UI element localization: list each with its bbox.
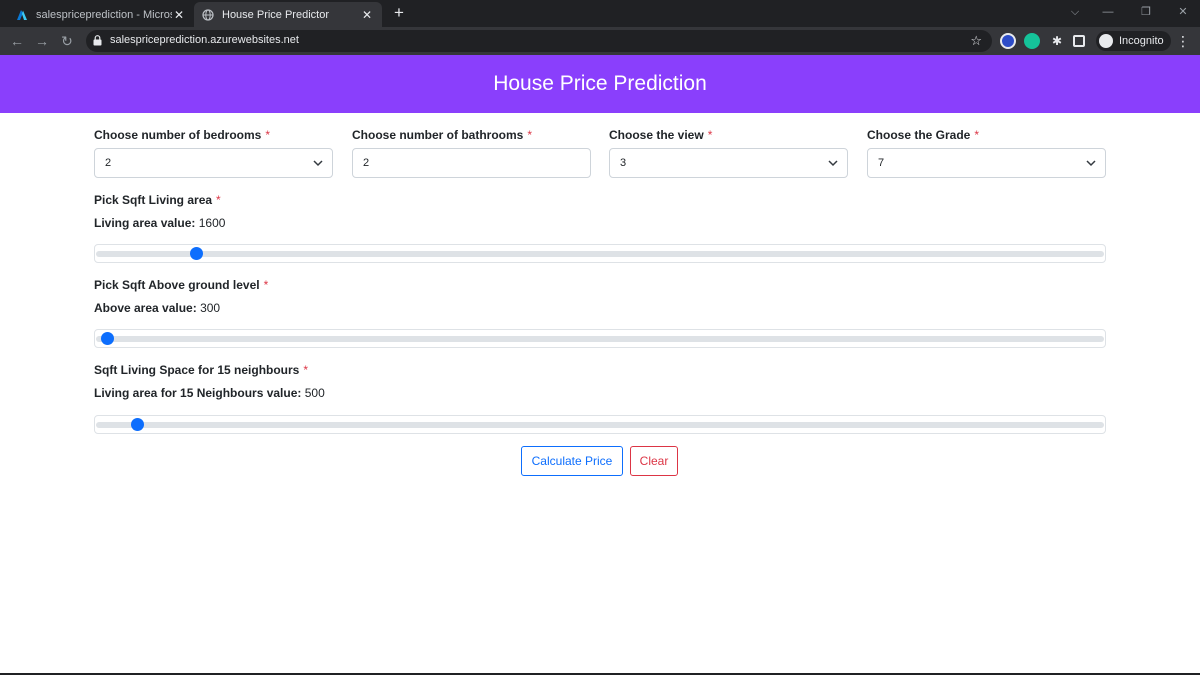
incognito-label: Incognito	[1119, 35, 1164, 47]
grammarly-icon[interactable]	[1024, 33, 1040, 49]
tab-azure-portal[interactable]: salespriceprediction - Microsoft Azure ✕	[8, 2, 194, 27]
living-area-value-label: Living area value:	[94, 216, 196, 230]
bathrooms-value: 2	[363, 157, 370, 169]
above-ground-label-text: Pick Sqft Above ground level	[94, 278, 260, 292]
grade-select[interactable]: 7	[867, 148, 1106, 178]
close-icon[interactable]: ✕	[172, 8, 186, 22]
clear-button[interactable]: Clear	[630, 446, 678, 476]
neighbours-slider[interactable]	[94, 415, 1106, 434]
neighbours-value-label: Living area for 15 Neighbours value:	[94, 386, 302, 400]
above-ground-value-label: Above area value:	[94, 301, 197, 315]
close-icon[interactable]: ✕	[360, 8, 374, 22]
minimize-icon[interactable]: —	[1094, 0, 1122, 27]
slider-thumb[interactable]	[100, 332, 114, 345]
chevron-down-icon	[828, 160, 838, 167]
view-label-text: Choose the view	[609, 128, 704, 142]
grade-label-text: Choose the Grade	[867, 128, 971, 142]
neighbours-label-text: Sqft Living Space for 15 neighbours	[94, 363, 300, 377]
bathrooms-label-text: Choose number of bathrooms	[352, 128, 524, 142]
bathrooms-label: Choose number of bathrooms *	[352, 128, 532, 142]
bedrooms-label-text: Choose number of bedrooms	[94, 128, 262, 142]
living-area-label: Pick Sqft Living area *	[94, 193, 221, 207]
slider-track	[96, 422, 1104, 428]
tab-title: House Price Predictor	[222, 8, 329, 21]
window-close-icon[interactable]: ✕	[1169, 0, 1197, 27]
calculate-price-button[interactable]: Calculate Price	[521, 446, 623, 476]
new-tab-button[interactable]: +	[390, 3, 408, 23]
chevron-down-icon	[313, 160, 323, 167]
browser-tab-bar: salespriceprediction - Microsoft Azure ✕…	[0, 0, 1200, 27]
azure-icon	[17, 9, 27, 20]
slider-thumb[interactable]	[130, 418, 144, 431]
grade-value: 7	[878, 157, 885, 169]
above-ground-slider[interactable]	[94, 329, 1106, 348]
puzzle-extensions-icon[interactable]: ✱	[1049, 33, 1065, 49]
tab-house-price-predictor[interactable]: House Price Predictor ✕	[194, 2, 382, 27]
view-label: Choose the view *	[609, 128, 712, 142]
page-title: House Price Prediction	[493, 72, 707, 95]
above-ground-label: Pick Sqft Above ground level *	[94, 278, 268, 292]
side-panel-icon[interactable]	[1073, 35, 1085, 47]
tab-title: salespriceprediction - Microsoft Azure	[36, 8, 172, 21]
living-area-value: 1600	[198, 216, 226, 230]
incognito-icon	[1099, 34, 1113, 48]
browser-toolbar: ← → ↻ salespriceprediction.azurewebsites…	[0, 27, 1200, 55]
chevron-down-icon	[1086, 160, 1096, 167]
above-ground-value-line: Above area value: 300	[94, 301, 220, 315]
grade-label: Choose the Grade *	[867, 128, 979, 142]
restore-icon[interactable]: ❐	[1132, 0, 1160, 27]
globe-icon	[202, 8, 214, 21]
back-icon[interactable]: ←	[7, 31, 27, 51]
above-ground-value: 300	[200, 301, 221, 315]
bookmark-star-icon[interactable]: ☆	[970, 33, 982, 49]
slider-track	[96, 336, 1104, 342]
address-bar[interactable]: salespriceprediction.azurewebsites.net ☆	[86, 30, 992, 52]
required-marker: *	[265, 128, 271, 142]
bathrooms-input[interactable]: 2	[352, 148, 591, 178]
forward-icon[interactable]: →	[32, 31, 52, 51]
tab-search-icon[interactable]: ⌵	[1061, 0, 1089, 27]
living-area-label-text: Pick Sqft Living area	[94, 193, 213, 207]
living-area-slider[interactable]	[94, 244, 1106, 263]
bedrooms-value: 2	[105, 157, 112, 169]
required-marker: *	[527, 128, 533, 142]
view-select[interactable]: 3	[609, 148, 848, 178]
required-marker: *	[303, 363, 309, 377]
lock-icon	[93, 35, 102, 46]
kebab-menu-icon[interactable]: ⋮	[1176, 31, 1190, 51]
app-header: House Price Prediction	[0, 55, 1200, 113]
extension-icon[interactable]	[1000, 33, 1016, 49]
required-marker: *	[707, 128, 713, 142]
required-marker: *	[263, 278, 269, 292]
living-area-value-line: Living area value: 1600	[94, 216, 225, 230]
incognito-badge[interactable]: Incognito	[1096, 31, 1171, 51]
neighbours-label: Sqft Living Space for 15 neighbours *	[94, 363, 308, 377]
reload-icon[interactable]: ↻	[57, 31, 77, 51]
required-marker: *	[216, 193, 221, 207]
neighbours-value-line: Living area for 15 Neighbours value: 500	[94, 386, 325, 400]
bedrooms-select[interactable]: 2	[94, 148, 333, 178]
slider-thumb[interactable]	[189, 247, 203, 260]
url-text: salespriceprediction.azurewebsites.net	[110, 34, 299, 46]
neighbours-value: 500	[304, 386, 325, 400]
view-value: 3	[620, 157, 627, 169]
slider-track	[96, 251, 1104, 257]
required-marker: *	[974, 128, 980, 142]
bedrooms-label: Choose number of bedrooms *	[94, 128, 270, 142]
